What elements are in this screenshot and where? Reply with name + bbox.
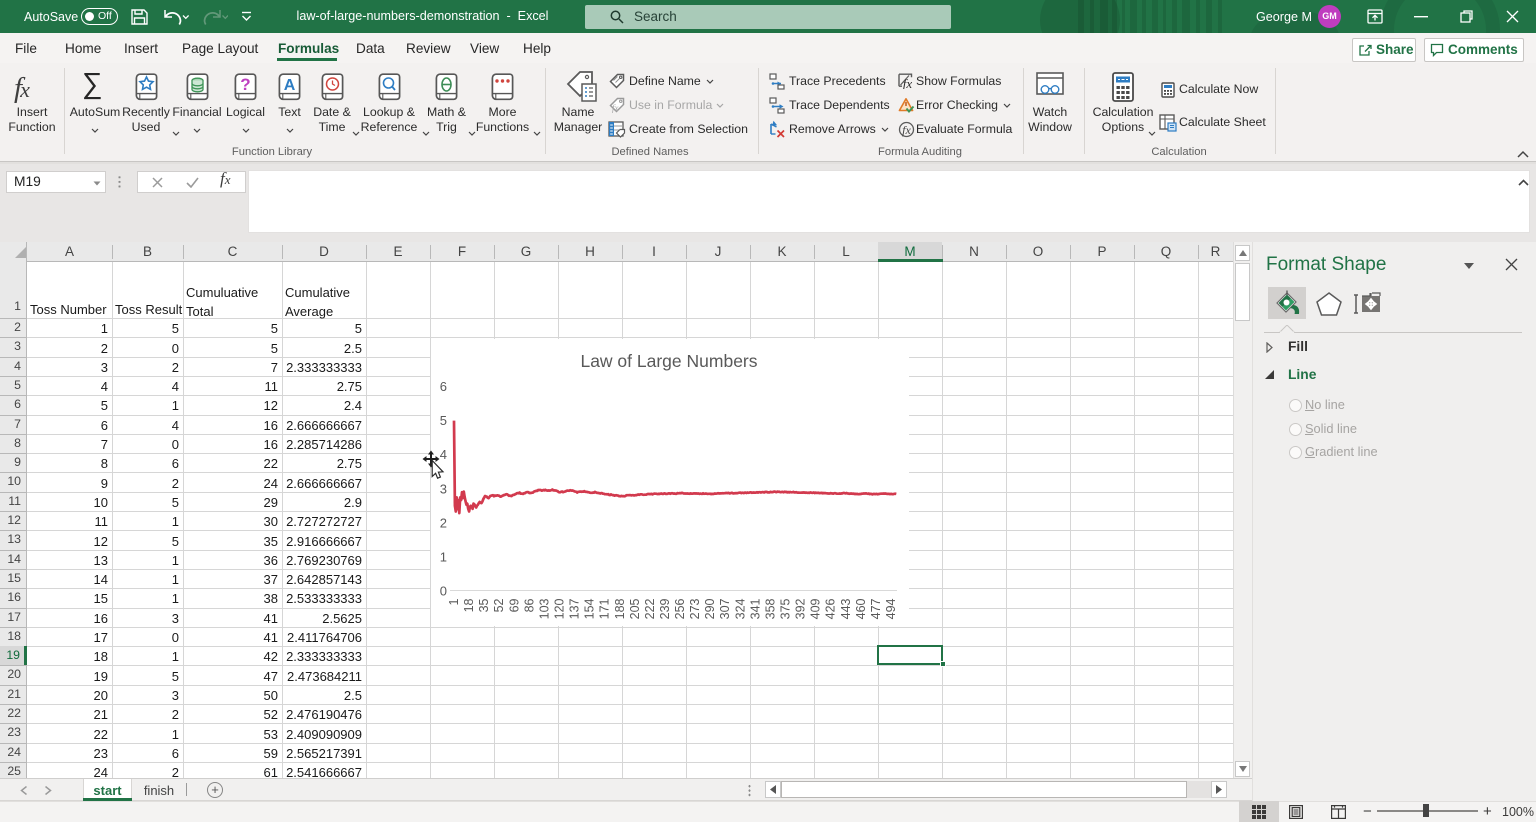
svg-text:5: 5 [440, 413, 447, 428]
svg-text:273: 273 [688, 598, 702, 619]
svg-text:fx: fx [903, 76, 913, 89]
svg-text:324: 324 [733, 598, 747, 619]
svg-text:409: 409 [809, 598, 823, 619]
svg-text:18: 18 [462, 598, 476, 612]
svg-text:?: ? [240, 75, 250, 94]
svg-text:6: 6 [440, 379, 447, 394]
svg-text:A: A [284, 77, 296, 94]
svg-text:86: 86 [522, 598, 536, 612]
svg-text:1: 1 [447, 598, 461, 605]
svg-text:239: 239 [658, 598, 672, 619]
svg-text:460: 460 [854, 598, 868, 619]
svg-text:256: 256 [673, 598, 687, 619]
svg-text:1: 1 [440, 549, 447, 564]
svg-text:188: 188 [613, 598, 627, 619]
svg-text:307: 307 [718, 598, 732, 619]
svg-text:477: 477 [869, 598, 883, 619]
svg-text:443: 443 [839, 598, 853, 619]
svg-text:171: 171 [598, 598, 612, 619]
svg-text:120: 120 [553, 598, 567, 619]
svg-text:205: 205 [628, 598, 642, 619]
svg-text:3: 3 [440, 481, 447, 496]
svg-text:35: 35 [477, 598, 491, 612]
svg-text:392: 392 [794, 598, 808, 619]
svg-text:494: 494 [884, 598, 898, 619]
svg-text:426: 426 [824, 598, 838, 619]
svg-text:358: 358 [763, 598, 777, 619]
svg-text:154: 154 [583, 598, 597, 619]
svg-text:137: 137 [568, 598, 582, 619]
svg-text:Law of Large Numbers: Law of Large Numbers [580, 351, 757, 371]
svg-text:fx: fx [902, 123, 911, 137]
svg-text:2: 2 [440, 515, 447, 530]
svg-text:222: 222 [643, 598, 657, 619]
svg-text:0: 0 [440, 584, 447, 599]
svg-text:103: 103 [537, 598, 551, 619]
svg-text:375: 375 [779, 598, 793, 619]
svg-text:69: 69 [507, 598, 521, 612]
svg-text:52: 52 [492, 598, 506, 612]
svg-text:290: 290 [703, 598, 717, 619]
svg-text:341: 341 [748, 598, 762, 619]
